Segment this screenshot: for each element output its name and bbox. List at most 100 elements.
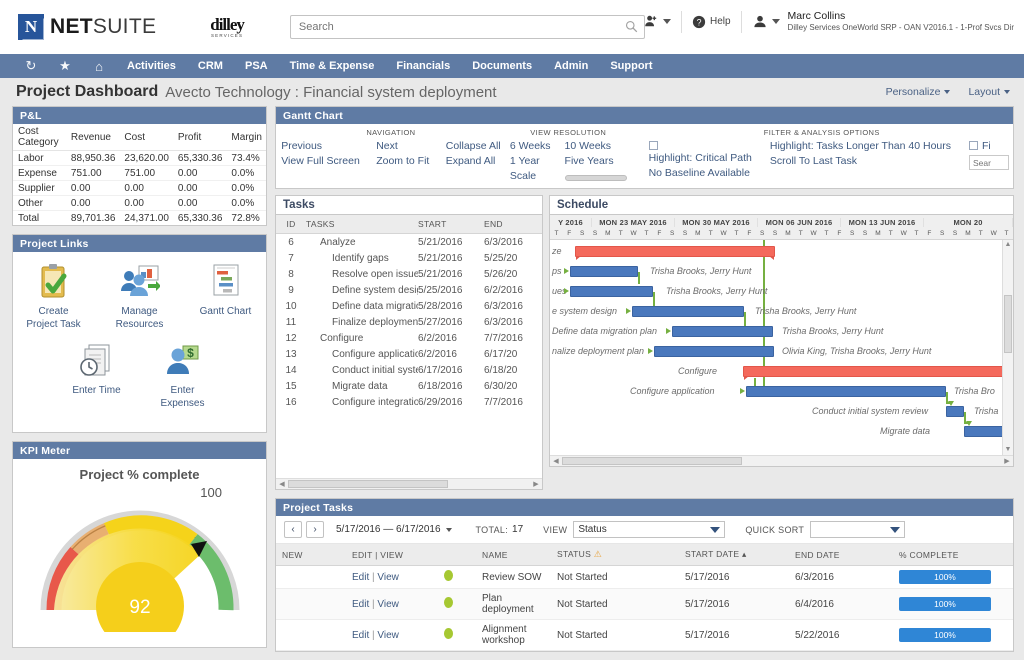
next-page-button[interactable]: ›	[306, 521, 324, 538]
gantt-next-link[interactable]: Next	[376, 140, 429, 152]
favorites-star-icon[interactable]: ★	[48, 58, 82, 74]
table-row[interactable]: Edit | View Alignment workshop Not Start…	[276, 619, 1013, 651]
table-row[interactable]: 10 Define data migration…5/28/2016 6/3/201…	[276, 298, 542, 314]
view-select[interactable]: Status	[573, 521, 726, 538]
personalize-button[interactable]: Personalize	[886, 86, 951, 98]
date-range-selector[interactable]: 5/17/2016 — 6/17/2016	[336, 524, 452, 535]
nav-item-financials[interactable]: Financials	[385, 54, 461, 78]
quick-sort-select[interactable]	[810, 521, 906, 538]
add-shortcut-button[interactable]	[644, 14, 671, 29]
table-row[interactable]: 15 Migrate data 6/18/2016 6/30/20	[276, 378, 542, 394]
view-link[interactable]: View	[377, 572, 399, 583]
gantt-filter-checkbox[interactable]: Fi	[969, 140, 1009, 152]
help-button[interactable]: ? Help	[692, 15, 731, 29]
table-row[interactable]: 11 Finalize deployment p…5/27/2016 6/3/201…	[276, 314, 542, 330]
schedule-horizontal-scrollbar[interactable]: ◀ ▶	[550, 455, 1013, 466]
checkbox-icon-filter	[969, 141, 978, 150]
global-search[interactable]	[289, 15, 645, 39]
table-row[interactable]: 9 Define system design5/25/2016 6/2/2016	[276, 282, 542, 298]
table-row[interactable]: 8 Resolve open issues 5/21/2016 5/26/20	[276, 266, 542, 282]
link-create-project-task[interactable]: Create Project Task	[22, 262, 86, 331]
customer-logo: dilley SERVICES	[210, 16, 245, 39]
link-enter-time[interactable]: Enter Time	[65, 341, 129, 410]
kpi-value-text: 92	[129, 597, 150, 618]
task-id: 8	[288, 268, 294, 280]
nav-item-documents[interactable]: Documents	[461, 54, 543, 78]
gantt-collapse-all-link[interactable]: Collapse All	[446, 140, 501, 152]
scroll-down-arrow-icon[interactable]: ▼	[1003, 445, 1013, 455]
gantt-bar-task[interactable]	[654, 346, 774, 357]
gantt-scale-link[interactable]: Scale	[510, 170, 551, 182]
nav-item-crm[interactable]: CRM	[187, 54, 234, 78]
gantt-zoom-to-fit-link[interactable]: Zoom to Fit	[376, 155, 429, 167]
scroll-left-arrow-icon-schedule[interactable]: ◀	[552, 457, 560, 465]
pt-col-end-date[interactable]: END DATE	[789, 544, 893, 566]
scrollbar-thumb-vertical[interactable]	[1004, 295, 1012, 353]
gantt-bar-task[interactable]	[570, 266, 638, 277]
gantt-bar-task[interactable]	[746, 386, 946, 397]
netsuite-logo-mark: N	[18, 14, 45, 41]
view-link[interactable]: View	[377, 599, 399, 610]
schedule-vertical-scrollbar[interactable]: ▲ ▼	[1002, 240, 1013, 455]
nav-item-psa[interactable]: PSA	[234, 54, 279, 78]
gantt-no-baseline-link[interactable]: No Baseline Available	[649, 167, 752, 179]
nav-item-activities[interactable]: Activities	[116, 54, 187, 78]
edit-link[interactable]: Edit	[352, 572, 369, 583]
gantt-view-full-screen-link[interactable]: View Full Screen	[281, 155, 360, 167]
nav-item-admin[interactable]: Admin	[543, 54, 599, 78]
project-links-title: Project Links	[13, 235, 266, 252]
gantt-10-weeks-link[interactable]: 10 Weeks	[565, 140, 627, 152]
gantt-scroll-last-task-link[interactable]: Scroll To Last Task	[770, 155, 951, 167]
link-label-line1: Manage	[121, 306, 158, 317]
scroll-right-arrow-icon-schedule[interactable]: ▶	[1003, 457, 1011, 465]
link-gantt-chart[interactable]: Gantt Chart	[194, 262, 258, 331]
table-row[interactable]: 16 Configure integrations6/29/2016 7/7/201…	[276, 394, 542, 410]
gantt-bar-summary[interactable]	[743, 366, 1008, 380]
scroll-right-arrow-icon[interactable]: ▶	[532, 480, 540, 488]
netsuite-logo[interactable]: N NETSUITE	[18, 14, 156, 41]
layout-button[interactable]: Layout	[968, 86, 1010, 98]
search-input[interactable]	[289, 15, 645, 39]
edit-link[interactable]: Edit	[352, 599, 369, 610]
gantt-bar-task[interactable]	[632, 306, 744, 317]
gantt-bar-task[interactable]	[570, 286, 653, 297]
gantt-6-weeks-link[interactable]: 6 Weeks	[510, 140, 551, 152]
view-link[interactable]: View	[377, 630, 399, 641]
table-row[interactable]: 14 Conduct initial syste…6/17/2016 6/18/20	[276, 362, 542, 378]
nav-item-time-expense[interactable]: Time & Expense	[279, 54, 386, 78]
tasks-horizontal-scrollbar[interactable]: ◀ ▶	[276, 478, 542, 489]
scroll-up-arrow-icon[interactable]: ▲	[1003, 240, 1013, 250]
gantt-bar-task[interactable]	[672, 326, 773, 337]
gantt-scale-slider[interactable]	[564, 175, 627, 181]
recent-icon[interactable]: ↻	[14, 58, 48, 74]
gantt-search-input[interactable]	[969, 155, 1009, 170]
scrollbar-thumb[interactable]	[288, 480, 448, 488]
tasks-rows-viewport[interactable]: 6 Analyze 5/21/2016 6/3/2016 7 Identify gaps…	[276, 234, 542, 478]
link-enter-expenses[interactable]: $ Enter Expenses	[151, 341, 215, 410]
gantt-highlight-critical-path-checkbox[interactable]: Highlight: Critical Path	[648, 140, 752, 164]
gantt-expand-all-link[interactable]: Expand All	[446, 155, 501, 167]
table-row[interactable]: 7 Identify gaps 5/21/2016 5/25/20	[276, 250, 542, 266]
scroll-left-arrow-icon[interactable]: ◀	[278, 480, 286, 488]
pl-cell-margin: 72.8%	[231, 212, 260, 224]
nav-item-support[interactable]: Support	[599, 54, 663, 78]
gantt-five-years-link[interactable]: Five Years	[565, 155, 627, 167]
gantt-previous-link[interactable]: Previous	[281, 140, 360, 152]
gantt-bar-summary[interactable]	[575, 246, 775, 260]
pt-col-start-date[interactable]: START DATE ▴	[679, 544, 789, 566]
gantt-1-year-link[interactable]: 1 Year	[510, 155, 551, 167]
table-row[interactable]: 6 Analyze 5/21/2016 6/3/2016	[276, 234, 542, 250]
gantt-highlight-40-hours-link[interactable]: Highlight: Tasks Longer Than 40 Hours	[770, 140, 951, 152]
table-row[interactable]: Edit | View Plan deployment Not Started …	[276, 588, 1013, 620]
prev-page-button[interactable]: ‹	[284, 521, 302, 538]
user-menu-button[interactable]	[752, 14, 780, 29]
scrollbar-thumb-schedule[interactable]	[562, 457, 742, 465]
edit-link[interactable]: Edit	[352, 630, 369, 641]
table-row[interactable]: Edit | View Review SOW Not Started 5/17/…	[276, 565, 1013, 589]
schedule-bars-canvas[interactable]: ze ps Trisha Brooks, Jerry Hunt ues Tris…	[550, 240, 1013, 455]
table-row[interactable]: 13 Configure application 6/2/2016 6/17/20	[276, 346, 542, 362]
table-row[interactable]: 12 Configure 6/2/2016 7/7/2016	[276, 330, 542, 346]
gantt-bar-task[interactable]	[946, 406, 964, 417]
home-icon[interactable]: ⌂	[82, 59, 116, 74]
link-manage-resources[interactable]: Manage Resources	[108, 262, 172, 331]
